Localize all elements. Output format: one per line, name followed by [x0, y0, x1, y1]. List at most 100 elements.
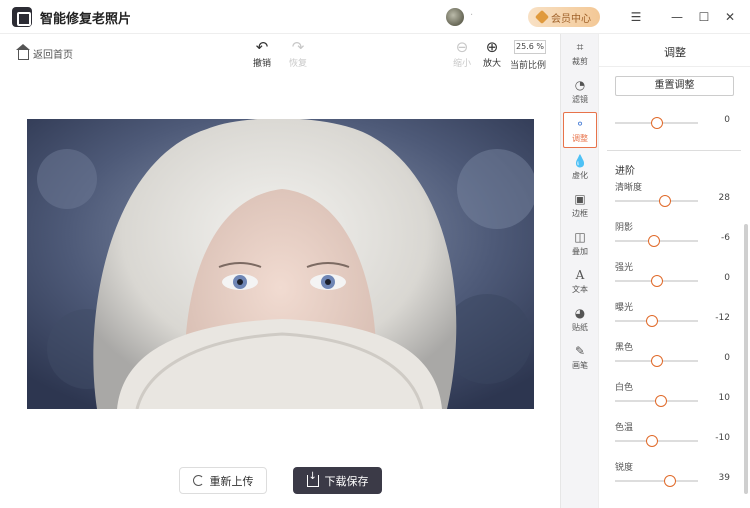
filter-icon: ◔ [574, 78, 586, 92]
top-slider-value[interactable]: 0 [704, 115, 734, 129]
slider-label: 清晰度 [615, 183, 643, 193]
slider-track[interactable] [615, 315, 698, 327]
menu-icon[interactable]: ☰ [627, 8, 645, 26]
tool-filter[interactable]: ◔ 滤镜 [563, 74, 597, 110]
portrait-image [27, 119, 534, 409]
tool-brush[interactable]: ✎ 画笔 [563, 340, 597, 376]
title-bar: 智能修复老照片 · 会员中心 ☰ — ☐ ✕ [0, 0, 750, 34]
zoom-out-icon: ⊖ [455, 38, 469, 56]
redo-button[interactable]: ↷ 恢复 [281, 38, 315, 69]
crop-icon: ⌗ [576, 39, 584, 54]
sticker-icon: ◕ [574, 306, 586, 320]
diamond-icon [534, 9, 550, 25]
slider-track[interactable] [615, 235, 698, 247]
close-icon[interactable]: ✕ [721, 8, 739, 26]
tool-text[interactable]: A 文本 [563, 264, 597, 300]
tool-label: 滤镜 [572, 95, 588, 104]
slider-value[interactable]: 0 [704, 353, 734, 367]
slider-value[interactable]: 0 [704, 273, 734, 287]
slider-label: 色温 [615, 423, 634, 433]
redo-icon: ↷ [291, 38, 305, 56]
user-name[interactable]: · [470, 10, 473, 21]
slider-thumb[interactable] [654, 395, 667, 407]
back-home-label: 返回首页 [33, 50, 73, 61]
avatar[interactable] [446, 8, 464, 26]
tool-label: 叠加 [572, 247, 588, 256]
redo-label: 恢复 [288, 59, 307, 69]
slider-value[interactable]: -6 [704, 233, 734, 247]
tool-crop[interactable]: ⌗ 裁剪 [563, 36, 597, 72]
vip-center-button[interactable]: 会员中心 [528, 7, 600, 27]
tool-sticker[interactable]: ◕ 贴纸 [563, 302, 597, 338]
reupload-label: 重新上传 [209, 474, 254, 488]
download-save-button[interactable]: 下载保存 [293, 467, 382, 494]
slider-thumb[interactable] [646, 435, 659, 447]
tool-frame[interactable]: ▣ 边框 [563, 188, 597, 224]
app-logo-icon [12, 7, 32, 27]
tool-label: 文本 [572, 285, 588, 294]
zoom-label: 当前比例 [510, 61, 547, 71]
top-slider[interactable] [615, 117, 698, 129]
adjust-icon: ⚬ [574, 117, 586, 131]
reupload-button[interactable]: 重新上传 [179, 467, 267, 494]
tool-label: 贴纸 [572, 323, 588, 332]
slider-track[interactable] [615, 475, 698, 487]
reset-adjust-button[interactable]: 重置调整 [615, 76, 734, 96]
slider-track[interactable] [615, 435, 698, 447]
zoom-value[interactable]: 25.6 % [514, 40, 546, 54]
download-icon [306, 471, 319, 487]
slider-track[interactable] [615, 395, 698, 407]
tool-blur[interactable]: 💧 虚化 [563, 150, 597, 186]
slider-thumb[interactable] [650, 117, 663, 129]
slider-track[interactable] [615, 355, 698, 367]
download-label: 下载保存 [324, 474, 369, 488]
zoom-in-label: 放大 [482, 59, 501, 69]
slider-track[interactable] [615, 195, 698, 207]
maximize-icon[interactable]: ☐ [695, 8, 713, 26]
zoom-in-button[interactable]: ⊕ 放大 [475, 38, 509, 69]
slider-label: 锐度 [615, 463, 634, 473]
divider [599, 66, 750, 67]
undo-button[interactable]: ↶ 撤销 [245, 38, 279, 69]
text-icon: A [575, 268, 585, 282]
slider-value[interactable]: 39 [704, 473, 734, 487]
slider-value[interactable]: -12 [704, 313, 734, 327]
zoom-in-icon: ⊕ [485, 38, 499, 56]
slider-thumb[interactable] [648, 235, 660, 247]
slider-label: 阴影 [615, 223, 634, 233]
tool-label: 画笔 [572, 361, 588, 370]
brush-icon: ✎ [574, 344, 586, 358]
zoom-out-button[interactable]: ⊖ 缩小 [445, 38, 479, 69]
photo-canvas[interactable] [27, 119, 534, 409]
divider [607, 150, 741, 151]
panel-title: 调整 [664, 46, 686, 59]
slider-thumb[interactable] [663, 475, 676, 487]
slider-thumb[interactable] [658, 195, 671, 207]
undo-label: 撤销 [252, 59, 271, 69]
tool-label: 裁剪 [572, 57, 588, 66]
slider-label: 白色 [615, 383, 634, 393]
undo-icon: ↶ [255, 38, 269, 56]
vip-label: 会员中心 [551, 13, 591, 25]
slider-value[interactable]: -10 [704, 433, 734, 447]
tool-adjust[interactable]: ⚬ 调整 [563, 112, 597, 148]
slider-label: 强光 [615, 263, 634, 273]
section-title: 进阶 [615, 166, 635, 177]
back-home-button[interactable]: 返回首页 [16, 44, 73, 61]
app-title: 智能修复老照片 [40, 12, 132, 27]
slider-thumb[interactable] [650, 275, 663, 287]
slider-thumb[interactable] [650, 355, 663, 367]
scrollbar[interactable] [744, 224, 748, 494]
slider-thumb[interactable] [645, 315, 658, 327]
slider-track[interactable] [615, 275, 698, 287]
minimize-icon[interactable]: — [668, 8, 686, 26]
slider-value[interactable]: 28 [704, 193, 734, 207]
overlay-icon: ◫ [574, 230, 586, 244]
tool-label: 边框 [572, 209, 588, 218]
tool-strip: ⌗ 裁剪 ◔ 滤镜 ⚬ 调整 💧 虚化 ▣ 边框 ◫ 叠加 A 文本 ◕ 贴纸 … [560, 34, 598, 508]
tool-overlay[interactable]: ◫ 叠加 [563, 226, 597, 262]
slider-value[interactable]: 10 [704, 393, 734, 407]
frame-icon: ▣ [574, 192, 586, 206]
blur-icon: 💧 [572, 154, 588, 168]
tool-label: 调整 [572, 134, 588, 143]
